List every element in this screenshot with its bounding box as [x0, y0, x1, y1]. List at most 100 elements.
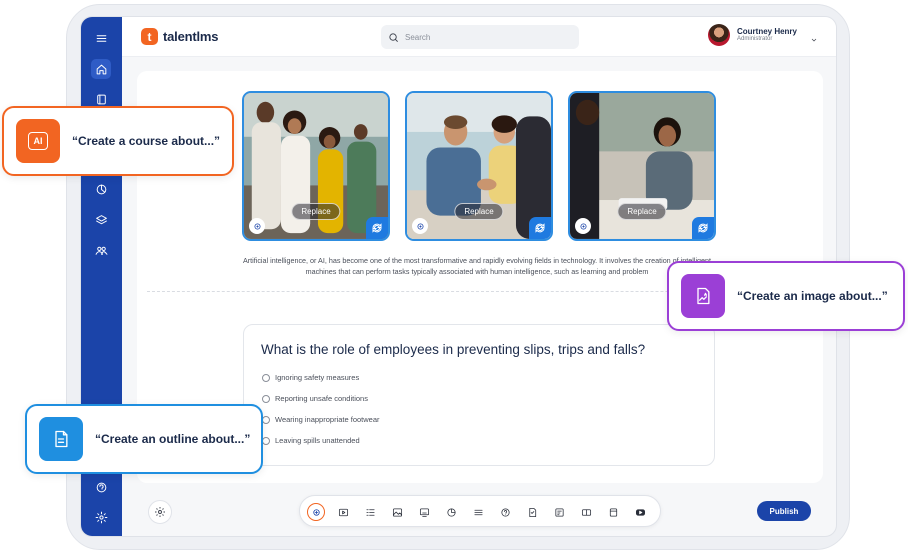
menu-icon[interactable] [91, 28, 111, 48]
gear-icon [155, 507, 165, 517]
book-icon [96, 94, 106, 104]
file-icon [609, 507, 617, 517]
answer-option[interactable]: Reporting unsafe conditions [262, 394, 368, 403]
tool-presentation[interactable] [415, 503, 433, 521]
ai-icon [580, 223, 586, 229]
prompt-text: “Create a course about...” [72, 134, 221, 148]
tool-assignment[interactable] [523, 503, 541, 521]
regenerate-button[interactable] [366, 217, 388, 239]
radio-button[interactable] [262, 373, 270, 382]
tool-file[interactable] [604, 503, 622, 521]
replace-button[interactable]: Replace [291, 203, 341, 220]
list-icon [365, 508, 375, 516]
image-icon [392, 507, 402, 517]
users-icon [95, 246, 107, 255]
replace-button[interactable]: Replace [454, 203, 504, 220]
sidebar-item-reports[interactable] [91, 179, 111, 199]
chevron-down-icon[interactable] [810, 31, 818, 42]
sidebar-item-settings[interactable] [91, 507, 111, 527]
avatar [707, 24, 730, 46]
question-title: What is the role of employees in prevent… [261, 342, 646, 357]
ai-edit-button[interactable] [575, 218, 591, 234]
question-icon [500, 507, 510, 517]
image-card-2[interactable]: Replace [405, 91, 553, 241]
video-icon [338, 508, 348, 516]
radio-button[interactable] [262, 394, 270, 403]
user-menu[interactable]: Courtney Henry Administrator [707, 24, 818, 46]
document-outline-icon [39, 417, 83, 461]
tool-video[interactable] [334, 503, 352, 521]
prompt-create-image[interactable]: “Create an image about...” [667, 261, 905, 331]
tool-question[interactable] [496, 503, 514, 521]
logo-mark: t [141, 28, 158, 45]
image-card-3[interactable]: Replace [568, 91, 716, 241]
refresh-icon [698, 223, 708, 233]
search-icon [389, 32, 398, 42]
ai-edit-button[interactable] [249, 218, 265, 234]
prompt-text: “Create an outline about...” [95, 432, 251, 446]
regenerate-button[interactable] [692, 217, 714, 239]
refresh-icon [372, 223, 382, 233]
tool-divider[interactable] [469, 503, 487, 521]
radio-button[interactable] [262, 415, 270, 424]
divider-icon [473, 509, 483, 515]
presentation-icon [419, 507, 429, 517]
reports-icon [96, 184, 106, 194]
user-role: Administrator [736, 36, 773, 43]
answer-label: Leaving spills unattended [275, 436, 360, 445]
top-header: t talentlms Courtney Henry Administrator [122, 17, 836, 57]
tool-image[interactable] [388, 503, 406, 521]
search-input[interactable] [405, 32, 555, 42]
layers-icon [95, 214, 107, 224]
tool-survey[interactable] [550, 503, 568, 521]
brand-logo[interactable]: t talentlms [141, 28, 218, 45]
prompt-text: “Create an image about...” [737, 289, 888, 303]
youtube-icon [635, 508, 645, 516]
answer-label: Reporting unsafe conditions [275, 394, 368, 403]
prompt-create-course[interactable]: AI “Create a course about...” [2, 106, 234, 176]
refresh-icon [535, 223, 545, 233]
ai-icon [417, 223, 423, 229]
ai-edit-button[interactable] [412, 218, 428, 234]
question-card[interactable]: What is the role of employees in prevent… [243, 324, 715, 466]
ai-icon [254, 223, 260, 229]
logo-text: talentlms [163, 29, 219, 44]
sidebar-item-support[interactable] [91, 477, 111, 497]
image-card-1[interactable]: Replace [242, 91, 390, 241]
content-toolbar [299, 495, 661, 527]
publish-button[interactable]: Publish [757, 501, 811, 521]
ai-icon [312, 508, 320, 516]
tool-list[interactable] [361, 503, 379, 521]
answer-label: Wearing inappropriate footwear [275, 415, 380, 424]
sidebar-item-home[interactable] [91, 59, 111, 79]
ai-image-icon [681, 274, 725, 318]
answer-option[interactable]: Leaving spills unattended [262, 436, 360, 445]
assignment-icon [528, 507, 536, 517]
answer-option[interactable]: Wearing inappropriate footwear [262, 415, 380, 424]
search-box[interactable] [381, 25, 579, 49]
prompt-create-outline[interactable]: “Create an outline about...” [25, 404, 263, 474]
ai-course-icon: AI [16, 119, 60, 163]
scorm-icon [581, 508, 591, 516]
answer-option[interactable]: Ignoring safety measures [262, 373, 359, 382]
editor-settings-button[interactable] [148, 500, 172, 524]
user-name: Courtney Henry [736, 26, 797, 36]
gear-icon [95, 511, 107, 523]
ai-badge: AI [28, 132, 48, 150]
radio-button[interactable] [262, 436, 270, 445]
pie-chart-icon [446, 507, 456, 517]
support-icon [96, 482, 106, 492]
tool-scorm[interactable] [577, 503, 595, 521]
regenerate-button[interactable] [529, 217, 551, 239]
stage: t talentlms Courtney Henry Administrator [0, 0, 908, 554]
answer-label: Ignoring safety measures [275, 373, 360, 382]
tool-youtube[interactable] [631, 503, 649, 521]
content-paragraph[interactable]: Artificial intelligence, or AI, has beco… [242, 255, 712, 277]
survey-icon [554, 507, 564, 517]
sidebar-item-users[interactable] [91, 240, 111, 260]
tool-chart[interactable] [442, 503, 460, 521]
home-icon [96, 64, 106, 74]
tool-ai[interactable] [307, 503, 325, 521]
sidebar-item-layers[interactable] [91, 210, 111, 230]
replace-button[interactable]: Replace [617, 203, 667, 220]
